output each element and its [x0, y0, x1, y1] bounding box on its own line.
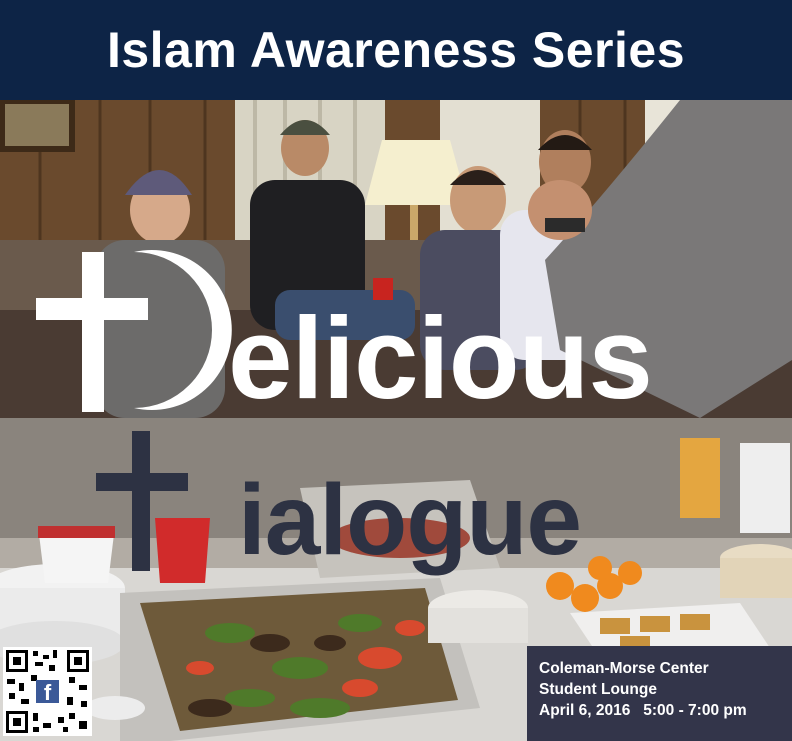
- cross-crescent-logo-icon: [36, 250, 232, 412]
- series-title: Islam Awareness Series: [106, 22, 686, 78]
- location-line-2: Student Lounge: [539, 681, 657, 698]
- poster-header: Islam Awareness Series: [0, 0, 792, 100]
- title-word-dialogue: ialogue: [238, 464, 582, 576]
- event-date: April 6, 2016: [539, 702, 631, 719]
- date-time-line: April 6, 2016 5:00 - 7:00 pm: [539, 700, 792, 721]
- cross-crescent-logo-icon: [96, 431, 240, 571]
- qr-code-icon: f: [3, 647, 92, 736]
- event-poster: Islam Awareness Series elicious ialogue …: [0, 0, 792, 741]
- title-word-delicious: elicious: [228, 293, 653, 423]
- qr-code[interactable]: f: [3, 647, 92, 736]
- svg-text:f: f: [44, 680, 52, 705]
- event-time: 5:00 - 7:00 pm: [643, 702, 747, 719]
- location-line-1: Coleman-Morse Center: [539, 660, 709, 677]
- event-info-box: Coleman-Morse Center Student Lounge Apri…: [527, 646, 792, 741]
